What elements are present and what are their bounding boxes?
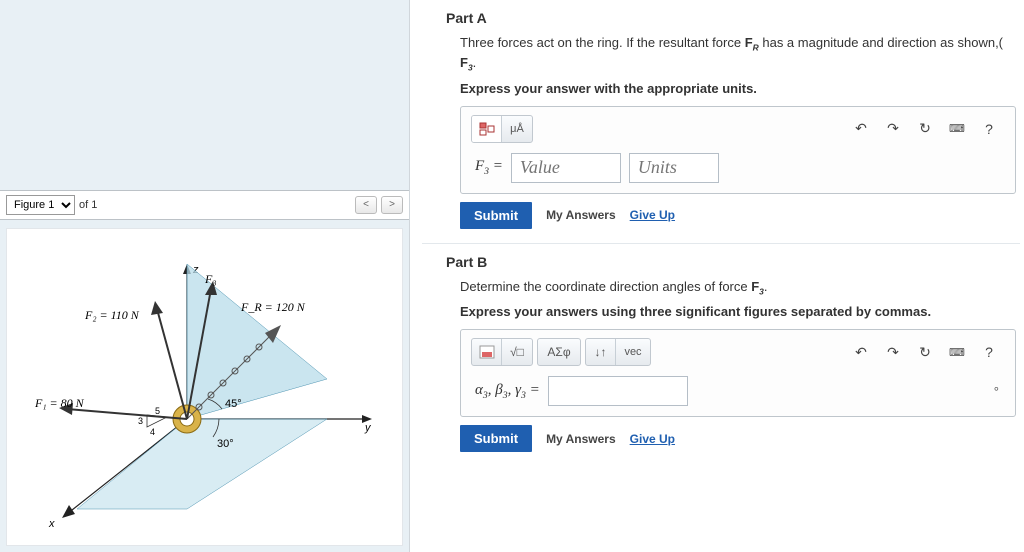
degree-suffix: °: [994, 384, 999, 399]
forces-diagram-svg: z y x: [7, 249, 397, 539]
help-icon[interactable]: ?: [975, 339, 1003, 365]
angle-45-label: 45°: [225, 398, 242, 410]
figure-diagram: z y x: [6, 228, 403, 546]
redo-icon[interactable]: ↷: [879, 339, 907, 365]
redo-icon[interactable]: ↷: [879, 116, 907, 142]
figure-selector[interactable]: Figure 1: [6, 195, 75, 215]
part-b-submit-button[interactable]: Submit: [460, 425, 532, 452]
axis-y-label: y: [364, 422, 372, 434]
figure-next-button[interactable]: >: [381, 196, 403, 214]
undo-icon[interactable]: ↶: [847, 116, 875, 142]
template-tool[interactable]: [472, 339, 502, 365]
fraction-tool[interactable]: [472, 116, 502, 142]
force-F1-label: F₁ = 80 N: [34, 396, 85, 410]
part-b-prompt: Determine the coordinate direction angle…: [460, 278, 1016, 298]
undo-icon[interactable]: ↶: [847, 339, 875, 365]
part-b-variable: α3, β3, γ3 =: [475, 382, 540, 401]
part-b-answer-box: √□ ΑΣφ ↓↑ vec ↶ ↷ ↻ ⌨ ?: [460, 329, 1016, 417]
part-a-variable: F3 =: [475, 158, 503, 177]
triangle-3-label: 3: [138, 416, 143, 426]
part-a-prompt: Three forces act on the ring. If the res…: [460, 34, 1016, 75]
part-b-express: Express your answers using three signifi…: [460, 304, 1016, 319]
units-tool[interactable]: μÅ: [502, 116, 532, 142]
figure-panel: Figure 1 of 1 < > z y: [0, 0, 410, 552]
part-a-answer-box: μÅ ↶ ↷ ↻ ⌨ ? F3 =: [460, 106, 1016, 194]
angle-30-label: 30°: [217, 438, 234, 450]
triangle-4-label: 4: [150, 427, 155, 437]
template-tool-group: μÅ: [471, 115, 533, 143]
sqrt-tool[interactable]: √□: [502, 339, 532, 365]
part-a-units-input[interactable]: [629, 153, 719, 183]
keyboard-icon[interactable]: ⌨: [943, 339, 971, 365]
reset-icon[interactable]: ↻: [911, 116, 939, 142]
figure-navigation-bar: Figure 1 of 1 < >: [0, 190, 409, 220]
part-b-give-up-link[interactable]: Give Up: [630, 432, 675, 446]
figure-prev-button[interactable]: <: [355, 196, 377, 214]
part-a-give-up-link[interactable]: Give Up: [630, 208, 675, 222]
vec-tool[interactable]: vec: [616, 339, 650, 365]
force-F3-label: F₃: [204, 272, 217, 286]
greek-tool[interactable]: ΑΣφ: [538, 339, 580, 365]
part-a-title: Part A: [446, 10, 1020, 26]
axis-x-label: x: [48, 518, 55, 530]
force-F2-label: F₂ = 110 N: [84, 308, 140, 322]
part-b-value-input[interactable]: [548, 376, 688, 406]
triangle-5-label: 5: [155, 406, 160, 416]
scinot-tool[interactable]: ↓↑: [586, 339, 616, 365]
force-FR-label: F_R = 120 N: [240, 300, 306, 314]
keyboard-icon[interactable]: ⌨: [943, 116, 971, 142]
part-a-submit-button[interactable]: Submit: [460, 202, 532, 229]
questions-panel: Part A Three forces act on the ring. If …: [410, 0, 1024, 552]
reset-icon[interactable]: ↻: [911, 339, 939, 365]
part-b-title: Part B: [446, 254, 1020, 270]
part-a-my-answers[interactable]: My Answers: [546, 208, 616, 222]
part-a-express: Express your answer with the appropriate…: [460, 81, 1016, 96]
help-icon[interactable]: ?: [975, 116, 1003, 142]
part-a-value-input[interactable]: [511, 153, 621, 183]
part-b-my-answers[interactable]: My Answers: [546, 432, 616, 446]
figure-count-label: of 1: [79, 199, 97, 211]
